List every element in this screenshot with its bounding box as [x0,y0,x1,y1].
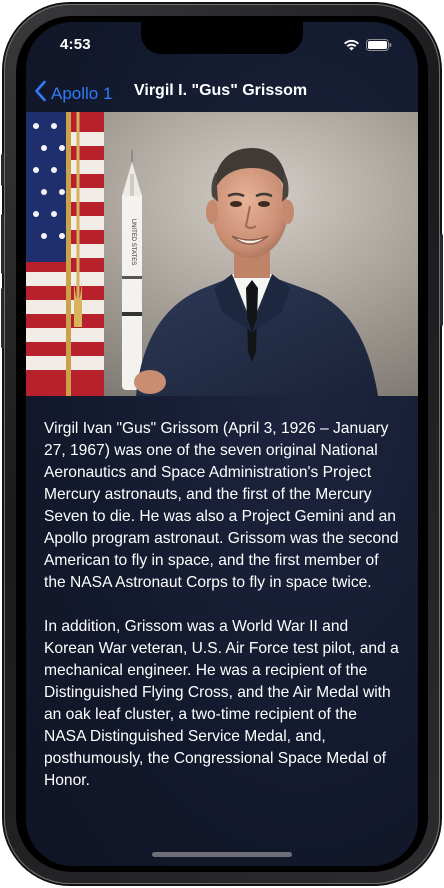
astronaut-portrait: UNITED STATES [26,112,418,396]
side-button-left-1 [1,154,4,186]
screen: 4:53 Apollo 1 Virgil I. "Gus" Grissom UN… [26,22,418,866]
status-time: 4:53 [60,36,91,53]
wifi-icon [343,38,360,56]
side-button-left-3 [1,288,4,348]
rocket-model: UNITED STATES [122,150,142,390]
rocket-text: UNITED STATES [130,219,136,265]
page-title: Virgil I. "Gus" Grissom [134,82,308,99]
side-button-right [440,234,443,326]
biography: Virgil Ivan "Gus" Grissom (April 3, 1926… [44,418,400,814]
bio-paragraph: Virgil Ivan "Gus" Grissom (April 3, 1926… [44,420,399,591]
back-button-label: Apollo 1 [51,83,113,103]
navigation-bar: Apollo 1 Virgil I. "Gus" Grissom [26,74,418,110]
back-button[interactable]: Apollo 1 [34,80,112,107]
status-icons [343,38,392,56]
flag [26,112,104,396]
notch [141,22,303,54]
home-indicator[interactable] [152,852,292,857]
side-button-left-2 [1,214,4,274]
chevron-left-icon [34,80,47,107]
battery-icon [366,38,392,56]
bio-paragraph: In addition, Grissom was a World War II … [44,618,399,789]
